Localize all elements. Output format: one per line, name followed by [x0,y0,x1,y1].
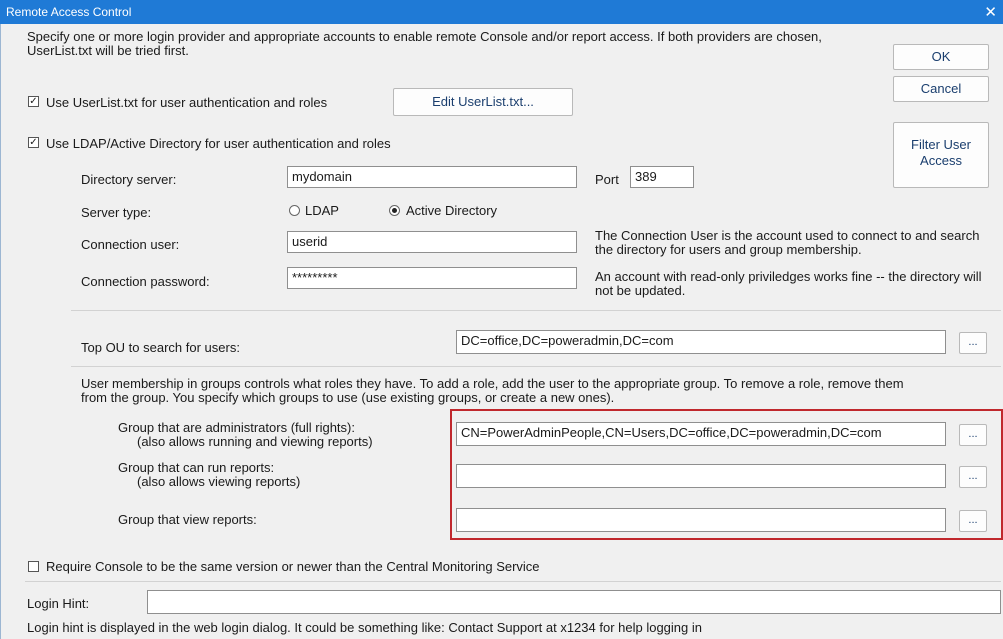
run-reports-group-input[interactable] [456,464,946,488]
admin-group-input[interactable]: CN=PowerAdminPeople,CN=Users,DC=office,D… [456,422,946,446]
require-console-label: Require Console to be the same version o… [46,559,540,574]
window-title: Remote Access Control [6,5,132,19]
run-reports-group-label: Group that can run reports: [118,460,275,475]
port-input[interactable]: 389 [630,166,694,188]
server-type-label: Server type: [81,205,152,220]
intro-text: Specify one or more login provider and a… [27,29,822,58]
title-bar: Remote Access Control ✕ [0,0,1003,24]
admin-group-label: Group that are administrators (full righ… [118,420,355,435]
ldap-radio-label: LDAP [305,203,339,218]
ok-button[interactable]: OK [893,44,989,70]
password-note: An account with read-only priviledges wo… [595,269,982,298]
run-reports-group-browse-button[interactable]: ... [959,466,987,488]
close-icon[interactable]: ✕ [984,3,997,21]
admin-group-sublabel: (also allows running and viewing reports… [137,434,373,449]
top-ou-label: Top OU to search for users: [81,340,240,355]
radio-selected-icon [392,208,397,213]
port-label: Port [595,172,619,187]
connection-user-label: Connection user: [81,237,180,252]
directory-server-input[interactable]: mydomain [287,166,577,188]
dialog-body: Specify one or more login provider and a… [0,24,1003,639]
check-icon: ✓ [29,137,38,148]
connection-user-note: The Connection User is the account used … [595,228,980,257]
ldap-checkbox[interactable]: ✓ [28,137,39,148]
filter-user-access-button[interactable]: Filter User Access [893,122,989,188]
top-ou-input[interactable]: DC=office,DC=poweradmin,DC=com [456,330,946,354]
ldap-label: Use LDAP/Active Directory for user authe… [46,136,391,151]
run-reports-group-sublabel: (also allows viewing reports) [137,474,301,489]
groups-description: User membership in groups controls what … [81,376,904,405]
ldap-radio[interactable] [289,205,300,216]
active-directory-radio[interactable] [389,205,400,216]
userlist-label: Use UserList.txt for user authentication… [46,95,328,110]
userlist-checkbox[interactable]: ✓ [28,96,39,107]
edit-userlist-button[interactable]: Edit UserList.txt... [393,88,573,116]
divider [25,581,1001,582]
connection-password-label: Connection password: [81,274,210,289]
cancel-button[interactable]: Cancel [893,76,989,102]
login-hint-label: Login Hint: [27,596,90,611]
directory-server-label: Directory server: [81,172,177,187]
check-icon: ✓ [29,96,38,107]
connection-password-input[interactable]: ********* [287,267,577,289]
view-reports-group-browse-button[interactable]: ... [959,510,987,532]
view-reports-group-input[interactable] [456,508,946,532]
connection-user-input[interactable]: userid [287,231,577,253]
login-hint-input[interactable] [147,590,1001,614]
divider [71,366,1001,367]
divider [71,310,1001,311]
top-ou-browse-button[interactable]: ... [959,332,987,354]
login-hint-note: Login hint is displayed in the web login… [27,620,702,635]
active-directory-radio-label: Active Directory [406,203,498,218]
require-console-checkbox[interactable] [28,561,39,572]
view-reports-group-label: Group that view reports: [118,512,257,527]
admin-group-browse-button[interactable]: ... [959,424,987,446]
